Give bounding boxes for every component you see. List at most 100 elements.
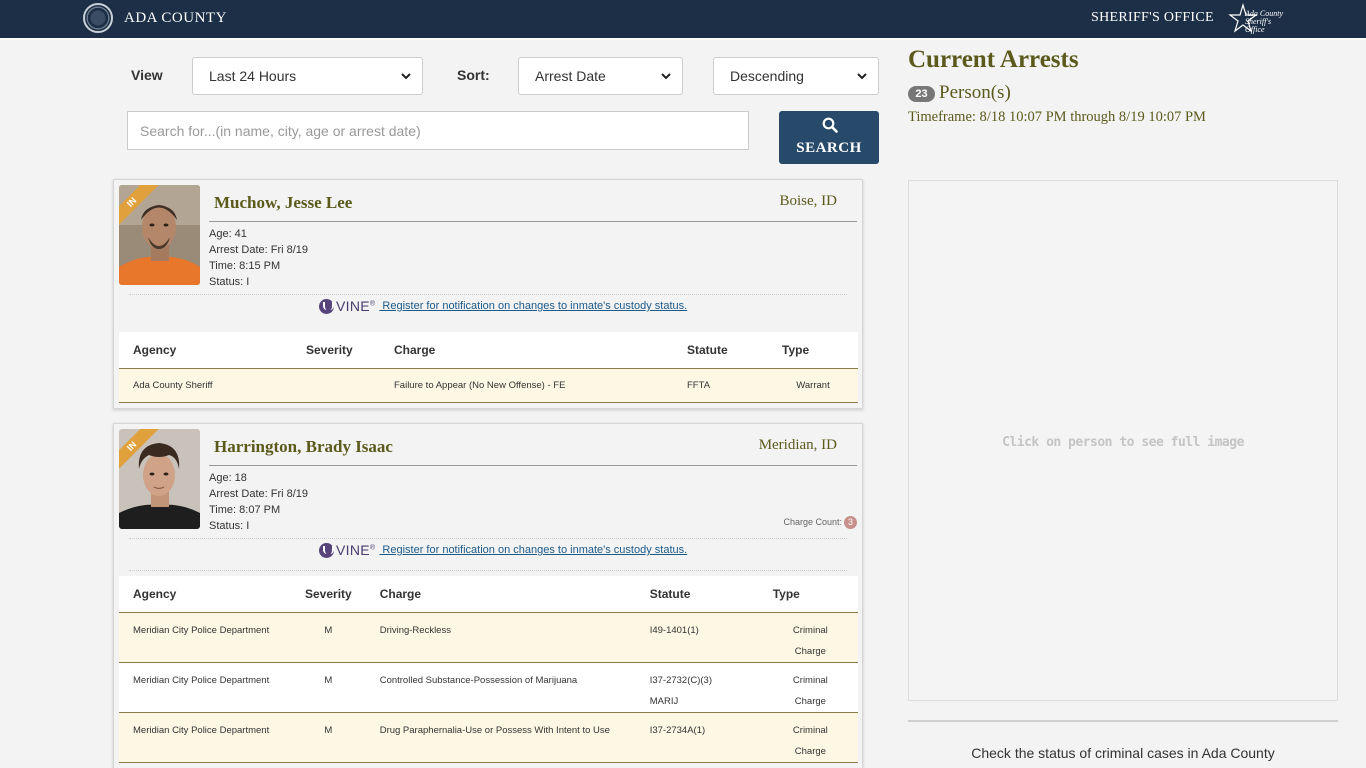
search-icon <box>822 117 838 133</box>
person-count-badge: 23 <box>908 86 935 102</box>
vine-notification: VINE® Register for notification on chang… <box>319 542 687 558</box>
view-label: View <box>131 67 163 83</box>
charge-severity: M <box>291 712 366 763</box>
view-select-value: Last 24 Hours <box>209 68 297 84</box>
sort-select-value: Arrest Date <box>535 68 606 84</box>
person-arrest-time: Time: 8:07 PM <box>209 504 281 516</box>
charge-agency: Meridian City Police Department <box>119 712 291 763</box>
office-logo-line2: Sheriff's Office <box>1245 17 1272 34</box>
person-arrest-date: Arrest Date: Fri 8/19 <box>209 244 309 256</box>
table-row: Ada County Sheriff Failure to Appear (No… <box>119 368 858 403</box>
order-select[interactable]: Descending <box>713 57 879 95</box>
image-preview-panel: Click on person to see full image <box>908 180 1338 701</box>
divider <box>129 538 847 539</box>
charges-header-row: Agency Severity Charge Statute Type <box>119 576 858 613</box>
charges-table: Agency Severity Charge Statute Type Ada … <box>119 332 858 403</box>
charge-agency: Ada County Sheriff <box>119 368 292 403</box>
top-bar: ADA COUNTY SHERIFF'S OFFICE Ada County Sh… <box>0 0 1366 40</box>
page-title: Current Arrests <box>908 46 1079 73</box>
chevron-down-icon <box>857 73 867 80</box>
charges-header-row: Agency Severity Charge Statute Type <box>119 332 858 369</box>
col-statute: Statute <box>673 332 768 369</box>
sort-select[interactable]: Arrest Date <box>518 57 683 95</box>
person-arrest-time: Time: 8:15 PM <box>209 260 281 272</box>
charge-type: Criminal Charge <box>758 662 858 713</box>
charges-table: Agency Severity Charge Statute Type Meri… <box>119 576 858 763</box>
brand-title[interactable]: ADA COUNTY <box>124 10 227 27</box>
sheriff-badge-icon[interactable]: Ada County Sheriff's Office <box>1228 3 1286 35</box>
persons-label: Person(s) <box>939 82 1011 103</box>
person-age: Age: 41 <box>209 228 247 240</box>
chevron-down-icon <box>661 73 671 80</box>
mugshot-image[interactable]: IN <box>119 429 200 529</box>
col-severity: Severity <box>292 332 380 369</box>
table-row: Meridian City Police Department M Drug P… <box>119 712 858 763</box>
charge-type: Warrant <box>768 368 858 403</box>
vine-trademark: ® <box>369 300 376 308</box>
charge-count-label: Charge Count: <box>783 517 842 527</box>
person-card[interactable]: IN Harrington, Brady Isaac Meridian, ID … <box>113 423 863 768</box>
charge-description: Driving-Reckless <box>365 612 636 663</box>
col-charge: Charge <box>365 576 636 613</box>
charge-description: Failure to Appear (No New Offense) - FE <box>380 368 673 403</box>
vine-register-link[interactable]: Register for notification on changes to … <box>379 544 687 556</box>
col-charge: Charge <box>380 332 673 369</box>
person-card-body: IN Muchow, Jesse Lee Boise, ID Age: 41 A… <box>114 180 862 408</box>
sheriff-office-title[interactable]: SHERIFF'S OFFICE <box>1091 10 1214 26</box>
vine-register-link[interactable]: Register for notification on changes to … <box>379 300 687 312</box>
divider <box>209 221 857 222</box>
order-select-value: Descending <box>730 68 804 84</box>
person-card-body: IN Harrington, Brady Isaac Meridian, ID … <box>114 424 862 768</box>
person-name[interactable]: Muchow, Jesse Lee <box>214 193 352 213</box>
vine-notification: VINE® Register for notification on chang… <box>319 298 687 314</box>
col-agency: Agency <box>119 332 292 369</box>
vine-wordmark-text: VINE <box>336 298 370 314</box>
charge-type: Criminal Charge <box>758 612 858 663</box>
charge-severity <box>292 368 380 403</box>
divider <box>209 465 857 466</box>
case-status-link[interactable]: Check the status of criminal cases in Ad… <box>908 745 1338 761</box>
vine-logo-icon <box>319 298 334 314</box>
charge-statute: I49-1401(1) <box>635 612 759 663</box>
charge-description: Controlled Substance-Possession of Marij… <box>365 662 636 713</box>
mugshot-image[interactable]: IN <box>119 185 200 285</box>
person-age: Age: 18 <box>209 472 247 484</box>
charge-count-badge: 3 <box>844 516 857 529</box>
charge-count: Charge Count: 3 <box>783 516 857 529</box>
person-arrest-date: Arrest Date: Fri 8/19 <box>209 488 309 500</box>
col-type: Type <box>768 332 858 369</box>
charge-agency: Meridian City Police Department <box>119 662 291 713</box>
divider <box>908 720 1338 722</box>
charge-statute: I37-2732(C)(3)MARIJ <box>635 662 759 713</box>
charge-severity: M <box>291 662 366 713</box>
person-details: Age: 41 Arrest Date: Fri 8/19 Time: 8:15… <box>209 226 308 290</box>
charge-statute: FFTA <box>673 368 768 403</box>
person-city: Boise, ID <box>779 193 838 209</box>
search-button[interactable]: SEARCH <box>779 111 879 164</box>
sort-label: Sort: <box>457 67 490 83</box>
vine-wordmark: VINE® <box>336 298 375 314</box>
timeframe-text: Timeframe: 8/18 10:07 PM through 8/19 10… <box>908 109 1206 125</box>
chevron-down-icon <box>401 73 411 80</box>
col-statute: Statute <box>635 576 759 613</box>
divider <box>129 294 847 295</box>
view-select[interactable]: Last 24 Hours <box>192 57 423 95</box>
charge-agency: Meridian City Police Department <box>119 612 291 663</box>
table-row: Meridian City Police Department M Contro… <box>119 662 858 713</box>
col-agency: Agency <box>119 576 291 613</box>
charge-description: Drug Paraphernalia-Use or Possess With I… <box>365 712 636 763</box>
person-name[interactable]: Harrington, Brady Isaac <box>214 437 393 457</box>
person-card[interactable]: IN Muchow, Jesse Lee Boise, ID Age: 41 A… <box>113 179 863 409</box>
charge-statute: I37-2734A(1) <box>635 712 759 763</box>
col-type: Type <box>758 576 858 613</box>
charge-type: Criminal Charge <box>758 712 858 763</box>
person-details: Age: 18 Arrest Date: Fri 8/19 Time: 8:07… <box>209 470 308 534</box>
county-seal-icon[interactable] <box>83 3 113 33</box>
table-row: Meridian City Police Department M Drivin… <box>119 612 858 663</box>
vine-wordmark-text: VINE <box>336 542 370 558</box>
person-status: Status: I <box>209 520 250 532</box>
search-input[interactable]: Search for...(in name, city, age or arre… <box>127 111 749 150</box>
charge-severity: M <box>291 612 366 663</box>
person-status: Status: I <box>209 276 250 288</box>
vine-wordmark: VINE® <box>336 542 375 558</box>
